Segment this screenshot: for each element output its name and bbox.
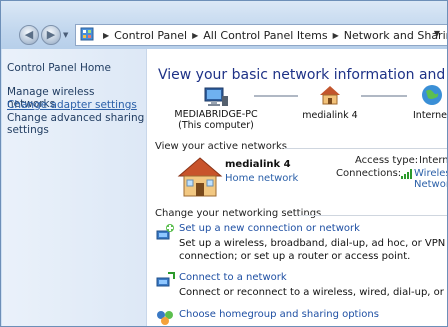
homegroup-sharing-link[interactable]: Choose homegroup and sharing options bbox=[179, 309, 379, 320]
active-network-name: medialink 4 bbox=[225, 159, 291, 170]
new-connection-icon bbox=[156, 224, 174, 240]
forward-arrow-icon: ▶ bbox=[46, 28, 56, 41]
main-pane: View your basic network information and … bbox=[147, 49, 448, 326]
computer-icon bbox=[204, 87, 228, 106]
wireless-connection-link[interactable]: Wireless Network Connection bbox=[414, 168, 447, 191]
breadcrumb-network-sharing[interactable]: Network and Sharing Center bbox=[344, 29, 447, 42]
breadcrumb-separator-icon[interactable]: ▶ bbox=[192, 31, 198, 40]
connect-to-network-desc: Connect or reconnect to a wireless, wire… bbox=[179, 287, 447, 298]
window: ◀ ▶ ▼ ▶ Control Panel ▶ All Control Pane… bbox=[0, 0, 448, 327]
network-type-link[interactable]: Home network bbox=[225, 173, 298, 184]
internet-label: Internet bbox=[413, 110, 448, 121]
back-button[interactable]: ◀ bbox=[19, 25, 39, 45]
breadcrumb-all-items[interactable]: All Control Panel Items bbox=[203, 29, 327, 42]
address-bar[interactable]: ▶ Control Panel ▶ All Control Panel Item… bbox=[75, 24, 447, 46]
section-divider bbox=[299, 215, 447, 216]
control-panel-home-link[interactable]: Control Panel Home bbox=[7, 62, 111, 74]
map-connector bbox=[254, 95, 298, 97]
home-network-large-icon bbox=[177, 157, 223, 197]
computer-sub: (This computer) bbox=[178, 120, 254, 131]
address-dropdown-icon[interactable]: ▼ bbox=[434, 29, 440, 38]
access-type-value: Internet bbox=[419, 155, 448, 166]
connect-network-icon bbox=[156, 272, 175, 287]
map-connector bbox=[361, 95, 407, 97]
setup-new-connection-link[interactable]: Set up a new connection or network bbox=[179, 223, 360, 234]
map-computer[interactable]: MEDIABRIDGE-PC (This computer) bbox=[171, 87, 261, 131]
forward-button[interactable]: ▶ bbox=[41, 25, 61, 45]
change-adapter-settings-link[interactable]: Change adapter settings bbox=[7, 99, 145, 111]
access-type-label: Access type: bbox=[355, 155, 419, 166]
active-networks-header: View your active networks bbox=[155, 141, 287, 152]
connections-label: Connections: bbox=[336, 168, 402, 179]
map-internet[interactable]: Internet bbox=[409, 84, 448, 121]
network-name-map: medialink 4 bbox=[302, 110, 358, 121]
networking-settings-header: Change your networking settings bbox=[155, 208, 322, 219]
breadcrumb-control-panel[interactable]: Control Panel bbox=[114, 29, 187, 42]
homegroup-icon bbox=[157, 311, 173, 325]
breadcrumb-separator-icon[interactable]: ▶ bbox=[103, 31, 109, 40]
back-arrow-icon: ◀ bbox=[24, 28, 34, 41]
map-network[interactable]: medialink 4 bbox=[297, 84, 363, 121]
recent-pages-chevron-icon[interactable]: ▼ bbox=[63, 31, 68, 39]
change-advanced-sharing-link[interactable]: Change advanced sharing settings bbox=[7, 112, 145, 136]
section-divider bbox=[284, 148, 447, 149]
connect-to-network-link[interactable]: Connect to a network bbox=[179, 272, 287, 283]
page-title: View your basic network information and … bbox=[158, 67, 447, 83]
home-network-icon bbox=[320, 86, 340, 105]
setup-new-connection-desc: Set up a wireless, broadband, dial-up, a… bbox=[179, 238, 446, 262]
titlebar: ◀ ▶ ▼ ▶ Control Panel ▶ All Control Pane… bbox=[1, 1, 447, 49]
globe-icon bbox=[422, 85, 442, 105]
breadcrumb-separator-icon[interactable]: ▶ bbox=[333, 31, 339, 40]
control-panel-icon bbox=[80, 27, 94, 44]
computer-name: MEDIABRIDGE-PC bbox=[174, 109, 258, 120]
wireless-signal-icon bbox=[401, 169, 412, 179]
left-pane: Control Panel Home Manage wireless netwo… bbox=[2, 49, 147, 326]
